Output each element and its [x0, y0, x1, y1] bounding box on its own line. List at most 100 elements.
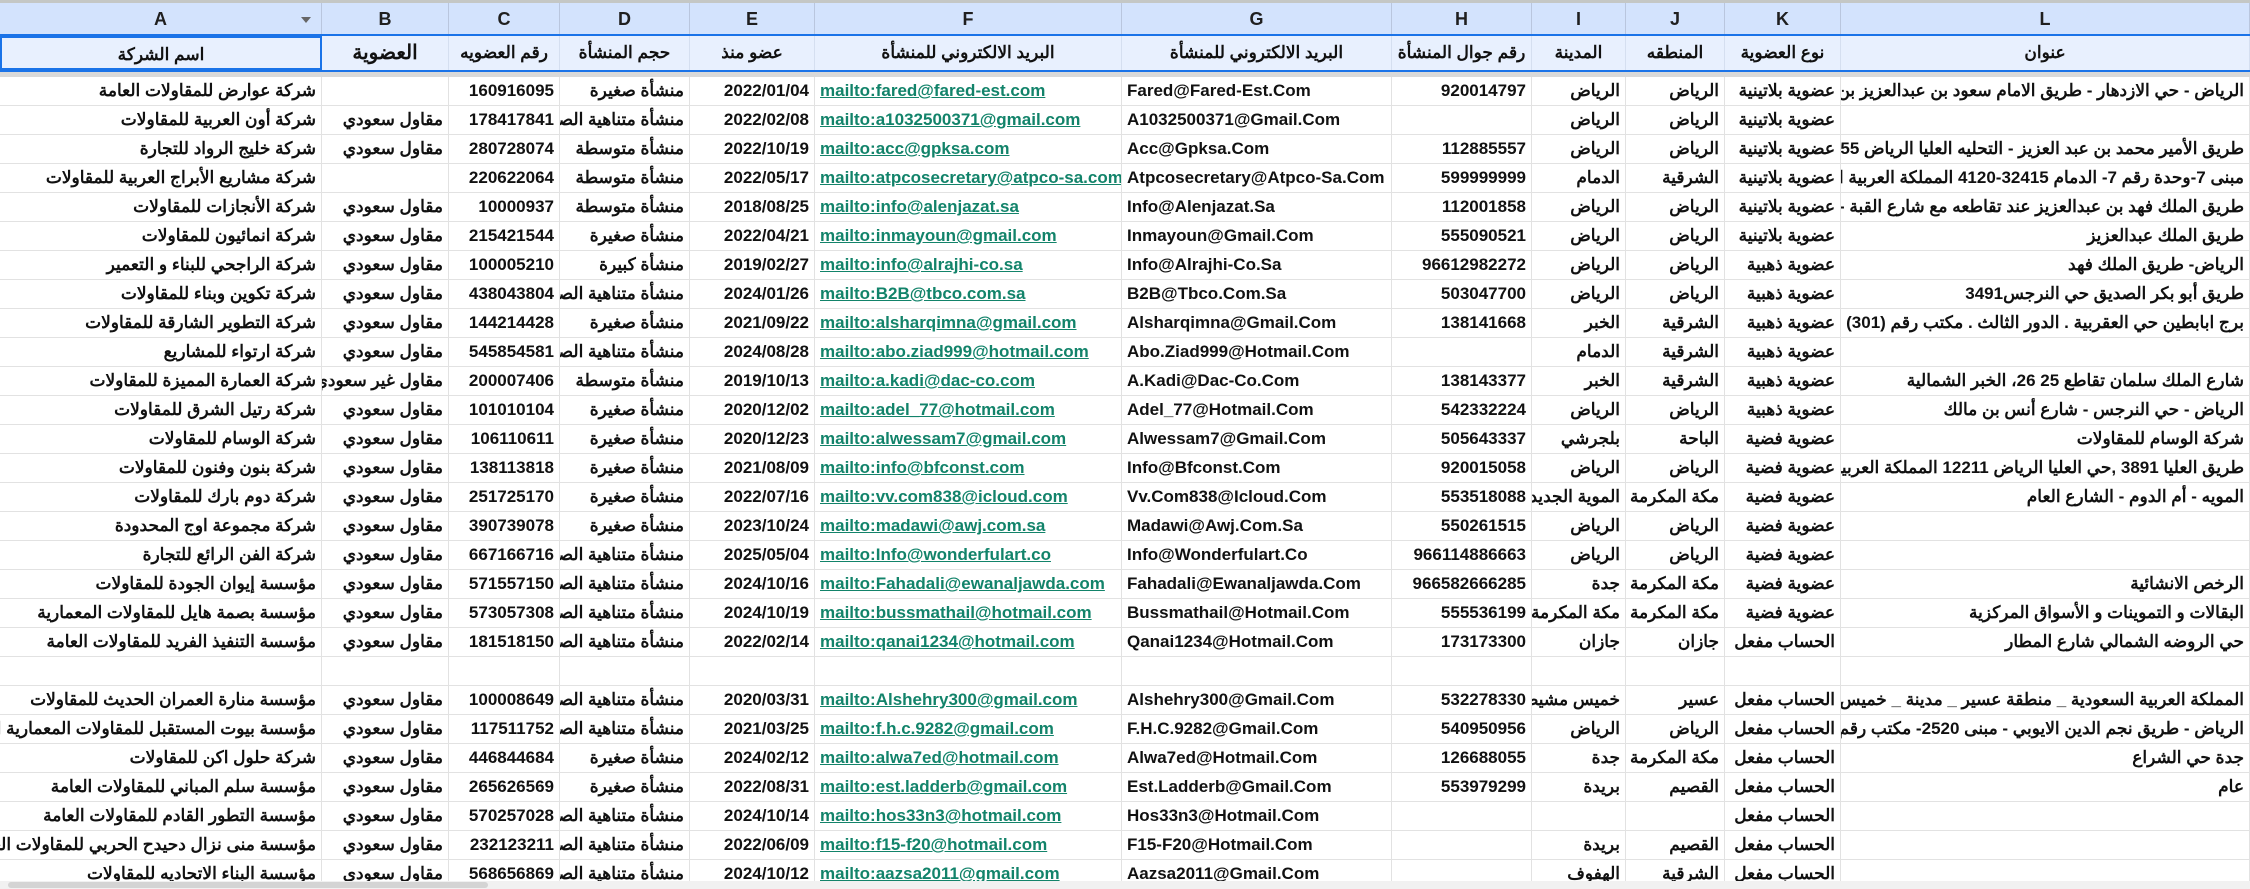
cell-city[interactable]: الرياض — [1532, 106, 1626, 134]
cell-membership-type[interactable]: عضوية فضية — [1725, 599, 1841, 627]
cell-company-name[interactable]: مؤسسة إيوان الجودة للمقاولات — [0, 570, 322, 598]
cell-member-since[interactable]: 2024/10/19 — [690, 599, 815, 627]
cell-membership-type[interactable]: الحساب مفعل — [1725, 744, 1841, 772]
cell-email[interactable]: Atpcosecretary@Atpco-Sa.Com — [1122, 164, 1392, 192]
cell-city[interactable]: الرياض — [1532, 251, 1626, 279]
cell-city[interactable]: الموية الجديد — [1532, 483, 1626, 511]
cell-mobile[interactable]: 138141668 — [1392, 309, 1532, 337]
cell-city[interactable]: بريدة — [1532, 831, 1626, 859]
cell-membership[interactable]: مقاول سعودي — [322, 599, 449, 627]
email-link[interactable]: mailto:fared@fared-est.com — [820, 81, 1045, 100]
cell-email[interactable]: Fared@Fared-Est.Com — [1122, 77, 1392, 105]
cell-region[interactable]: الرياض — [1626, 77, 1725, 105]
cell-address[interactable]: طريق الملك عبدالعزيز — [1841, 222, 2250, 250]
cell-membership[interactable]: مقاول سعودي — [322, 106, 449, 134]
cell-company-size[interactable]: منشأة متناهية الصغر — [560, 628, 690, 656]
cell-membership-type[interactable]: الحساب مفعل — [1725, 686, 1841, 714]
cell-membership-number[interactable]: 251725170 — [449, 483, 560, 511]
cell-region[interactable]: الرياض — [1626, 106, 1725, 134]
cell-address[interactable]: طريق أبو بكر الصديق حي النرجس3491 — [1841, 280, 2250, 308]
cell-membership-type[interactable]: الحساب مفعل — [1725, 802, 1841, 830]
email-link[interactable]: mailto:a.kadi@dac-co.com — [820, 371, 1035, 390]
cell-email-link[interactable]: mailto:hos33n3@hotmail.com — [815, 802, 1122, 830]
cell-region[interactable]: الرياض — [1626, 280, 1725, 308]
cell-company-size[interactable] — [560, 657, 690, 685]
cell-email[interactable]: Info@Alenjazat.Sa — [1122, 193, 1392, 221]
cell-membership[interactable]: مقاول سعودي — [322, 628, 449, 656]
cell-company-name[interactable]: شركة الفن الرائع للتجارة — [0, 541, 322, 569]
cell-region[interactable]: الرياض — [1626, 541, 1725, 569]
header-membership[interactable]: العضوية — [322, 36, 449, 70]
column-header-l[interactable]: L — [1841, 3, 2250, 34]
cell-company-size[interactable]: منشأة متوسطة — [560, 367, 690, 395]
cell-address[interactable]: الرياض - طريق نجم الدين الايوبي - مبنى 2… — [1841, 715, 2250, 743]
cell-membership-type[interactable]: عضوية ذهبية — [1725, 280, 1841, 308]
cell-membership-number[interactable]: 545854581 — [449, 338, 560, 366]
cell-membership[interactable] — [322, 77, 449, 105]
cell-member-since[interactable]: 2022/02/14 — [690, 628, 815, 656]
cell-mobile[interactable]: 966582666285 — [1392, 570, 1532, 598]
cell-company-size[interactable]: منشأة متناهية الصغر — [560, 715, 690, 743]
email-link[interactable]: mailto:info@alrajhi-co.sa — [820, 255, 1023, 274]
cell-company-name[interactable]: شركة أون العربية للمقاولات — [0, 106, 322, 134]
cell-email[interactable]: F.H.C.9282@Gmail.Com — [1122, 715, 1392, 743]
cell-city[interactable]: خميس مشيط — [1532, 686, 1626, 714]
cell-city[interactable]: الدمام — [1532, 164, 1626, 192]
cell-membership[interactable]: مقاول سعودي — [322, 454, 449, 482]
cell-mobile[interactable]: 96612982272 — [1392, 251, 1532, 279]
cell-address[interactable]: حي الروضه الشمالي شارع المطار — [1841, 628, 2250, 656]
cell-address[interactable]: الرياض - حي النرجس - شارع أنس بن مالك — [1841, 396, 2250, 424]
cell-member-since[interactable]: 2022/06/09 — [690, 831, 815, 859]
cell-member-since[interactable]: 2024/10/16 — [690, 570, 815, 598]
cell-city[interactable] — [1532, 802, 1626, 830]
cell-region[interactable]: الرياض — [1626, 135, 1725, 163]
email-link[interactable]: mailto:vv.com838@icloud.com — [820, 487, 1068, 506]
column-header-i[interactable]: I — [1532, 3, 1626, 34]
cell-company-size[interactable]: منشأة متناهية الصغر — [560, 541, 690, 569]
cell-membership[interactable]: مقاول سعودي — [322, 773, 449, 801]
cell-membership-type[interactable] — [1725, 657, 1841, 685]
cell-company-size[interactable]: منشأة متناهية الصغر — [560, 831, 690, 859]
cell-region[interactable]: مكة المكرمة — [1626, 570, 1725, 598]
cell-membership-number[interactable]: 570257028 — [449, 802, 560, 830]
cell-region[interactable]: الرياض — [1626, 251, 1725, 279]
cell-email-link[interactable]: mailto:a.kadi@dac-co.com — [815, 367, 1122, 395]
cell-email[interactable]: Adel_77@Hotmail.Com — [1122, 396, 1392, 424]
email-link[interactable]: mailto:Alshehry300@gmail.com — [820, 690, 1078, 709]
column-header-f[interactable]: F — [815, 3, 1122, 34]
cell-membership[interactable]: مقاول سعودي — [322, 193, 449, 221]
cell-address[interactable]: طريق الأمير محمد بن عبد العزيز - التحليه… — [1841, 135, 2250, 163]
cell-region[interactable]: الرياض — [1626, 396, 1725, 424]
cell-email-link[interactable]: mailto:Alshehry300@gmail.com — [815, 686, 1122, 714]
cell-region[interactable]: الرياض — [1626, 454, 1725, 482]
cell-membership[interactable]: مقاول سعودي — [322, 309, 449, 337]
cell-company-name[interactable]: شركة خليج الرواد للتجارة — [0, 135, 322, 163]
email-link[interactable]: mailto:bussmathail@hotmail.com — [820, 603, 1092, 622]
cell-mobile[interactable] — [1392, 657, 1532, 685]
cell-mobile[interactable]: 112001858 — [1392, 193, 1532, 221]
cell-membership[interactable]: مقاول سعودي — [322, 338, 449, 366]
cell-address[interactable] — [1841, 831, 2250, 859]
cell-address[interactable]: شارع الملك سلمان تقاطع 25 26، الخبر الشم… — [1841, 367, 2250, 395]
cell-email[interactable]: Alwa7ed@Hotmail.Com — [1122, 744, 1392, 772]
cell-membership-number[interactable]: 138113818 — [449, 454, 560, 482]
header-membership-number[interactable]: رقم العضويه — [449, 36, 560, 70]
header-city[interactable]: المدينة — [1532, 36, 1626, 70]
cell-email[interactable]: Alsharqimna@Gmail.Com — [1122, 309, 1392, 337]
cell-address[interactable]: طريق الملك فهد بن عبدالعزيز عند تقاطعه م… — [1841, 193, 2250, 221]
cell-member-since[interactable]: 2024/01/26 — [690, 280, 815, 308]
cell-membership-type[interactable]: عضوية بلاتينية — [1725, 77, 1841, 105]
cell-mobile[interactable]: 540950956 — [1392, 715, 1532, 743]
cell-address[interactable]: البقالات و التموينات و الأسواق المركزية — [1841, 599, 2250, 627]
cell-mobile[interactable] — [1392, 831, 1532, 859]
cell-member-since[interactable]: 2021/03/25 — [690, 715, 815, 743]
cell-company-name[interactable]: شركة رتيل الشرق للمقاولات — [0, 396, 322, 424]
email-link[interactable]: mailto:f.h.c.9282@gmail.com — [820, 719, 1054, 738]
cell-membership[interactable]: مقاول سعودي — [322, 251, 449, 279]
cell-mobile[interactable]: 553979299 — [1392, 773, 1532, 801]
cell-membership-type[interactable]: عضوية بلاتينية — [1725, 106, 1841, 134]
cell-email[interactable]: A1032500371@Gmail.Com — [1122, 106, 1392, 134]
cell-company-name[interactable]: مؤسسة منى نزال دحيدح الحربي للمقاولات ال… — [0, 831, 322, 859]
cell-email[interactable]: Madawi@Awj.Com.Sa — [1122, 512, 1392, 540]
cell-company-size[interactable]: منشأة صغيرة — [560, 483, 690, 511]
